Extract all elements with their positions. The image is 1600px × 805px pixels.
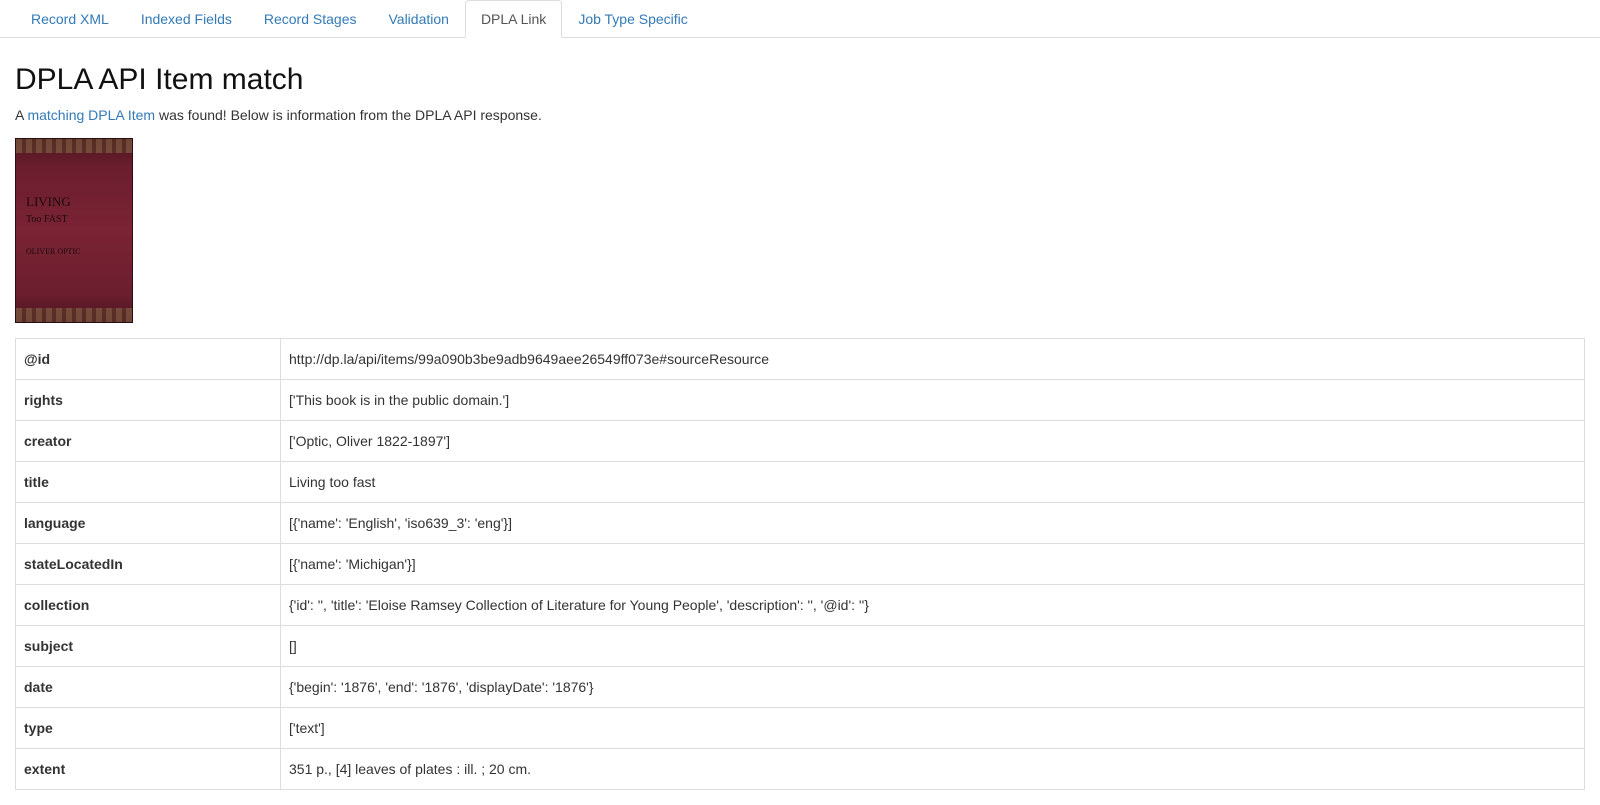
record-value: ['text'] [281, 708, 1585, 749]
lead-prefix: A [15, 107, 27, 123]
record-value: {'begin': '1876', 'end': '1876', 'displa… [281, 667, 1585, 708]
cover-author: OLIVER OPTIC [26, 247, 122, 256]
record-value: Living too fast [281, 462, 1585, 503]
tab-record-xml[interactable]: Record XML [15, 0, 125, 38]
cover-top-border [16, 139, 132, 153]
table-row: date{'begin': '1876', 'end': '1876', 'di… [16, 667, 1585, 708]
cover-title-line2: Too FAST [26, 214, 68, 225]
record-value: [] [281, 626, 1585, 667]
tab-validation[interactable]: Validation [372, 0, 464, 38]
cover-title: LIVING Too FAST [26, 194, 122, 226]
table-row: rights['This book is in the public domai… [16, 380, 1585, 421]
record-key: extent [16, 749, 281, 790]
tab-content: DPLA API Item match A matching DPLA Item… [0, 38, 1600, 805]
record-value: ['Optic, Oliver 1822-1897'] [281, 421, 1585, 462]
table-row: type['text'] [16, 708, 1585, 749]
record-value: 351 p., [4] leaves of plates : ill. ; 20… [281, 749, 1585, 790]
cover-bottom-border [16, 308, 132, 322]
record-key: stateLocatedIn [16, 544, 281, 585]
table-row: @idhttp://dp.la/api/items/99a090b3be9adb… [16, 339, 1585, 380]
nav-tabs: Record XMLIndexed FieldsRecord StagesVal… [0, 0, 1600, 38]
page-title: DPLA API Item match [15, 63, 1585, 97]
record-key: date [16, 667, 281, 708]
record-key: title [16, 462, 281, 503]
record-table: @idhttp://dp.la/api/items/99a090b3be9adb… [15, 338, 1585, 790]
table-row: language[{'name': 'English', 'iso639_3':… [16, 503, 1585, 544]
record-value: ['This book is in the public domain.'] [281, 380, 1585, 421]
record-key: collection [16, 585, 281, 626]
table-row: collection{'id': '', 'title': 'Eloise Ra… [16, 585, 1585, 626]
record-value: http://dp.la/api/items/99a090b3be9adb964… [281, 339, 1585, 380]
tab-indexed-fields[interactable]: Indexed Fields [125, 0, 248, 38]
record-value: [{'name': 'English', 'iso639_3': 'eng'}] [281, 503, 1585, 544]
item-thumbnail: LIVING Too FAST OLIVER OPTIC [15, 138, 133, 323]
table-row: creator['Optic, Oliver 1822-1897'] [16, 421, 1585, 462]
table-row: titleLiving too fast [16, 462, 1585, 503]
lead-suffix: was found! Below is information from the… [155, 107, 542, 123]
record-key: subject [16, 626, 281, 667]
tab-job-type-specific[interactable]: Job Type Specific [562, 0, 703, 38]
lead-text: A matching DPLA Item was found! Below is… [15, 107, 1585, 123]
record-key: @id [16, 339, 281, 380]
record-value: {'id': '', 'title': 'Eloise Ramsey Colle… [281, 585, 1585, 626]
record-value: [{'name': 'Michigan'}] [281, 544, 1585, 585]
matching-item-link[interactable]: matching DPLA Item [27, 107, 155, 123]
table-row: subject[] [16, 626, 1585, 667]
table-row: stateLocatedIn[{'name': 'Michigan'}] [16, 544, 1585, 585]
record-key: language [16, 503, 281, 544]
tab-dpla-link[interactable]: DPLA Link [465, 0, 562, 38]
table-row: extent351 p., [4] leaves of plates : ill… [16, 749, 1585, 790]
record-key: rights [16, 380, 281, 421]
record-key: creator [16, 421, 281, 462]
tab-record-stages[interactable]: Record Stages [248, 0, 373, 38]
cover-title-line1: LIVING [26, 194, 71, 209]
record-key: type [16, 708, 281, 749]
